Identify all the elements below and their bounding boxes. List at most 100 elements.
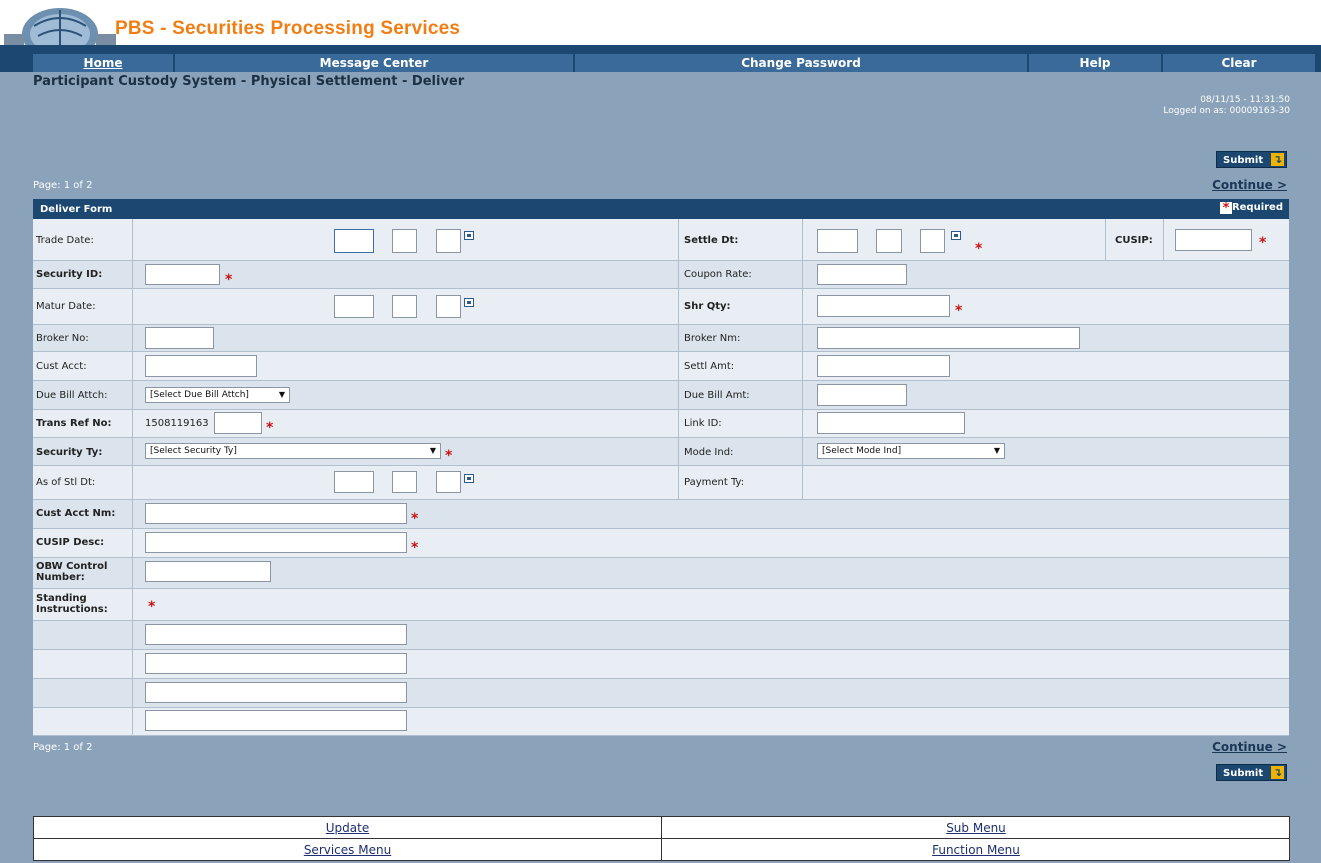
row-cust-acct-nm: Cust Acct Nm: * <box>33 500 1289 529</box>
datetime-text: 08/11/15 - 11:31:50 <box>1200 95 1290 105</box>
instruction-line-3-input[interactable] <box>145 682 407 703</box>
nav-help[interactable]: Help <box>1029 54 1161 72</box>
mode-ind-value: [Select Mode Ind] <box>822 446 902 456</box>
security-id-input[interactable] <box>145 264 220 285</box>
row-instruction-line <box>33 679 1289 708</box>
coupon-rate-input[interactable] <box>817 264 907 285</box>
trade-date-month[interactable] <box>334 229 374 253</box>
link-id-label: Link ID: <box>684 418 722 429</box>
due-bill-amt-input[interactable] <box>817 384 907 406</box>
required-legend: * = Required <box>1220 202 1283 216</box>
due-bill-amt-label: Due Bill Amt: <box>684 390 750 401</box>
form-header: Deliver Form * = Required <box>33 199 1289 219</box>
row-broker: Broker No: Broker Nm: <box>33 325 1289 352</box>
matur-date-month[interactable] <box>334 295 374 318</box>
cust-acct-label: Cust Acct: <box>36 361 87 372</box>
as-of-stl-dt-month[interactable] <box>334 471 374 493</box>
row-trade-date: Trade Date: Settle Dt: * CUSIP: * <box>33 219 1289 261</box>
settle-dt-day[interactable] <box>876 229 902 253</box>
trans-ref-no-label: Trans Ref No: <box>36 418 112 429</box>
globe-logo <box>4 4 116 45</box>
due-bill-attch-value: [Select Due Bill Attch] <box>150 390 249 400</box>
top-banner: PBS - Securities Processing Services <box>0 0 1321 45</box>
instruction-line-2-input[interactable] <box>145 653 407 674</box>
due-bill-attch-select[interactable]: [Select Due Bill Attch] ▼ <box>145 387 290 403</box>
page-indicator-bottom: Page: 1 of 2 <box>33 742 93 753</box>
row-trans-ref: Trans Ref No: 1508119163 * Link ID: <box>33 410 1289 438</box>
obw-control-label: OBW Control Number: <box>36 561 108 583</box>
cusip-desc-input[interactable] <box>145 532 407 553</box>
required-icon: * <box>225 272 233 288</box>
form-title: Deliver Form <box>40 204 113 215</box>
services-menu-link[interactable]: Services Menu <box>34 839 662 861</box>
trade-date-year[interactable] <box>436 229 461 253</box>
nav-change-password[interactable]: Change Password <box>575 54 1027 72</box>
required-icon: * <box>266 420 274 436</box>
mode-ind-select[interactable]: [Select Mode Ind] ▼ <box>817 443 1005 459</box>
security-ty-value: [Select Security Ty] <box>150 446 237 456</box>
nav-clear[interactable]: Clear <box>1163 54 1315 72</box>
link-id-input[interactable] <box>817 412 965 434</box>
as-of-stl-dt-label: As of Stl Dt: <box>36 477 96 488</box>
required-icon: * <box>148 599 156 615</box>
submit-button-top[interactable]: Submit ↴ <box>1216 151 1287 168</box>
trans-ref-prefix: 1508119163 <box>145 418 209 429</box>
security-id-label: Security ID: <box>36 269 103 280</box>
page-indicator-top: Page: 1 of 2 <box>33 180 93 191</box>
matur-date-day[interactable] <box>392 295 417 318</box>
obw-control-input[interactable] <box>145 561 271 582</box>
broker-nm-input[interactable] <box>817 327 1080 349</box>
row-due-bill: Due Bill Attch: [Select Due Bill Attch] … <box>33 381 1289 410</box>
required-icon: * <box>411 511 419 527</box>
row-as-of-stl-dt: As of Stl Dt: Payment Ty: <box>33 466 1289 500</box>
cusip-desc-label: CUSIP Desc: <box>36 537 105 548</box>
calendar-icon[interactable] <box>464 298 474 307</box>
shr-qty-input[interactable] <box>817 295 950 317</box>
required-icon: * <box>445 448 453 464</box>
settle-dt-label: Settle Dt: <box>684 235 739 246</box>
payment-ty-label: Payment Ty: <box>684 477 745 488</box>
matur-date-label: Matur Date: <box>36 301 96 312</box>
row-standing-instructions: Standing Instructions: * <box>33 589 1289 621</box>
settl-amt-input[interactable] <box>817 355 950 377</box>
required-icon: * <box>411 540 419 556</box>
cusip-input[interactable] <box>1175 229 1252 251</box>
security-ty-select[interactable]: [Select Security Ty] ▼ <box>145 443 441 459</box>
cust-acct-nm-input[interactable] <box>145 503 407 524</box>
broker-no-input[interactable] <box>145 327 214 349</box>
cell <box>33 708 133 735</box>
row-instruction-line <box>33 621 1289 650</box>
row-obw-control: OBW Control Number: <box>33 558 1289 589</box>
cell <box>33 650 133 678</box>
required-icon: * <box>955 303 963 319</box>
as-of-stl-dt-year[interactable] <box>436 471 461 493</box>
arrow-down-icon: ↴ <box>1271 766 1284 779</box>
nav-home[interactable]: Home <box>33 54 173 72</box>
chevron-down-icon: ▼ <box>429 446 436 455</box>
calendar-icon[interactable] <box>464 474 474 483</box>
update-link[interactable]: Update <box>34 817 662 839</box>
settle-dt-month[interactable] <box>817 229 858 253</box>
calendar-icon[interactable] <box>951 231 961 240</box>
continue-link-bottom[interactable]: Continue > <box>1212 740 1287 754</box>
nav-message-center[interactable]: Message Center <box>175 54 573 72</box>
submit-label: Submit <box>1223 768 1264 779</box>
calendar-icon[interactable] <box>464 231 474 240</box>
submit-button-bottom[interactable]: Submit ↴ <box>1216 764 1287 781</box>
continue-link-top[interactable]: Continue > <box>1212 178 1287 192</box>
instruction-line-4-input[interactable] <box>145 710 407 731</box>
trans-ref-no-input[interactable] <box>214 412 262 434</box>
required-icon: * <box>975 241 983 257</box>
as-of-stl-dt-day[interactable] <box>392 471 417 493</box>
matur-date-year[interactable] <box>436 295 461 318</box>
trade-date-day[interactable] <box>392 229 417 253</box>
top-navigation: Home Message Center Change Password Help… <box>0 45 1321 72</box>
cust-acct-input[interactable] <box>145 355 257 377</box>
settle-dt-year[interactable] <box>920 229 945 253</box>
chevron-down-icon: ▼ <box>993 446 1000 455</box>
arrow-down-icon: ↴ <box>1271 153 1284 166</box>
sub-menu-link[interactable]: Sub Menu <box>662 817 1290 839</box>
instruction-line-1-input[interactable] <box>145 624 407 645</box>
function-menu-link[interactable]: Function Menu <box>662 839 1290 861</box>
security-ty-label: Security Ty: <box>36 447 103 458</box>
